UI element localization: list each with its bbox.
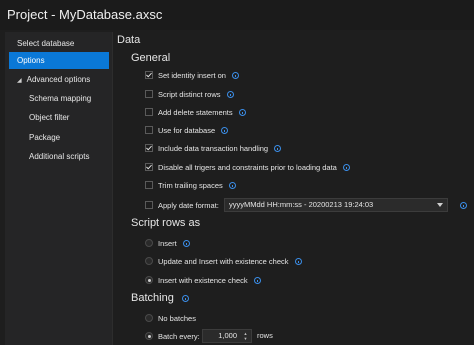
option-apply-date-format[interactable]: Apply date format: xyxy=(145,199,219,211)
sidebar: Select database Options ◢ Advanced option… xyxy=(5,32,113,345)
batch-size-stepper[interactable]: 1,000 ▲ ▼ xyxy=(202,329,252,343)
radio-button[interactable] xyxy=(145,276,153,284)
option-trim-trailing-spaces[interactable]: Trim trailing spaces xyxy=(145,179,236,191)
check-icon xyxy=(146,145,152,151)
option-set-identity-insert[interactable]: Set identity insert on xyxy=(145,69,239,81)
sidebar-item-label: Options xyxy=(17,56,45,65)
info-icon[interactable] xyxy=(253,276,261,284)
options-panel: Data General Set identity insert on Scri… xyxy=(113,30,474,345)
radio-button[interactable] xyxy=(145,239,153,247)
radio-button[interactable] xyxy=(145,314,153,322)
info-icon[interactable] xyxy=(342,163,350,171)
section-heading-script-rows-as: Script rows as xyxy=(131,217,201,229)
info-icon[interactable] xyxy=(182,239,190,247)
window-title: Project - MyDatabase.axsc xyxy=(0,0,474,30)
option-label: Batch every: xyxy=(158,331,200,341)
sidebar-item-advanced-options[interactable]: ◢ Advanced options xyxy=(9,71,109,88)
sidebar-item-object-filter[interactable]: Object filter xyxy=(9,109,109,126)
checkbox[interactable] xyxy=(145,144,153,152)
sidebar-item-label: Select database xyxy=(17,39,75,48)
info-icon[interactable] xyxy=(294,257,302,265)
checkbox[interactable] xyxy=(145,201,153,209)
section-heading-batching: Batching xyxy=(131,292,174,304)
radio-insert-with-existence-check[interactable]: Insert with existence check xyxy=(145,274,261,286)
checkbox[interactable] xyxy=(145,181,153,189)
option-use-for-database[interactable]: Use for database xyxy=(145,124,229,136)
option-label: Update and Insert with existence check xyxy=(158,256,289,266)
section-heading-general: General xyxy=(131,52,171,64)
collapse-triangle-icon[interactable]: ◢ xyxy=(17,78,22,84)
sidebar-item-label: Additional scripts xyxy=(29,152,90,161)
checkbox[interactable] xyxy=(145,71,153,79)
spin-down-icon[interactable]: ▼ xyxy=(242,336,249,341)
option-disable-triggers-constraints[interactable]: Disable all trigers and constraints prio… xyxy=(145,161,350,173)
sidebar-item-label: Schema mapping xyxy=(29,94,92,103)
info-icon[interactable] xyxy=(181,294,189,302)
sidebar-item-select-database[interactable]: Select database xyxy=(9,35,109,52)
radio-no-batches[interactable]: No batches xyxy=(145,312,196,324)
option-label: No batches xyxy=(158,313,196,323)
section-heading-data: Data xyxy=(117,34,141,46)
radio-button[interactable] xyxy=(145,332,153,340)
rows-label: rows xyxy=(257,331,273,340)
chevron-down-icon xyxy=(437,203,443,207)
checkbox[interactable] xyxy=(145,126,153,134)
check-icon xyxy=(146,164,152,170)
option-label: Disable all trigers and constraints prio… xyxy=(158,162,337,172)
option-label: Script distinct rows xyxy=(158,89,221,99)
option-label: Add delete statements xyxy=(158,107,233,117)
option-label: Use for database xyxy=(158,125,216,135)
info-icon[interactable] xyxy=(226,90,234,98)
sidebar-item-label: Package xyxy=(29,133,61,142)
radio-batch-every[interactable]: Batch every: xyxy=(145,330,200,342)
batch-size-value: 1,000 xyxy=(218,331,237,340)
radio-insert[interactable]: Insert xyxy=(145,237,190,249)
sidebar-item-schema-mapping[interactable]: Schema mapping xyxy=(9,90,109,107)
option-label: Trim trailing spaces xyxy=(158,180,223,190)
info-icon[interactable] xyxy=(460,202,467,209)
option-include-data-transaction-handling[interactable]: Include data transaction handling xyxy=(145,142,282,154)
option-label: Insert xyxy=(158,238,177,248)
app-window: Project - MyDatabase.axsc Select databas… xyxy=(0,0,474,345)
sidebar-item-label: Object filter xyxy=(29,113,70,122)
checkbox[interactable] xyxy=(145,108,153,116)
info-icon[interactable] xyxy=(231,71,239,79)
sidebar-item-package[interactable]: Package xyxy=(9,129,109,146)
info-icon[interactable] xyxy=(238,108,246,116)
date-format-value: yyyyMMdd HH:mm:ss - 20200213 19:24:03 xyxy=(229,200,374,209)
info-icon[interactable] xyxy=(274,144,282,152)
checkbox[interactable] xyxy=(145,90,153,98)
checkbox[interactable] xyxy=(145,163,153,171)
sidebar-item-options[interactable]: Options xyxy=(9,52,109,69)
option-script-distinct-rows[interactable]: Script distinct rows xyxy=(145,88,234,100)
radio-button[interactable] xyxy=(145,257,153,265)
option-label: Insert with existence check xyxy=(158,275,248,285)
option-add-delete-statements[interactable]: Add delete statements xyxy=(145,106,246,118)
date-format-dropdown[interactable]: yyyyMMdd HH:mm:ss - 20200213 19:24:03 xyxy=(224,198,448,212)
radio-update-and-insert[interactable]: Update and Insert with existence check xyxy=(145,255,302,267)
option-label: Include data transaction handling xyxy=(158,143,269,153)
sidebar-item-label: Advanced options xyxy=(26,75,91,84)
option-label: Apply date format: xyxy=(158,200,219,210)
info-icon[interactable] xyxy=(221,126,229,134)
info-icon[interactable] xyxy=(228,181,236,189)
check-icon xyxy=(146,72,152,78)
sidebar-item-additional-scripts[interactable]: Additional scripts xyxy=(9,148,109,165)
section-heading-batching-row: Batching xyxy=(131,291,189,305)
option-label: Set identity insert on xyxy=(158,70,226,80)
spin-buttons[interactable]: ▲ ▼ xyxy=(242,331,249,341)
